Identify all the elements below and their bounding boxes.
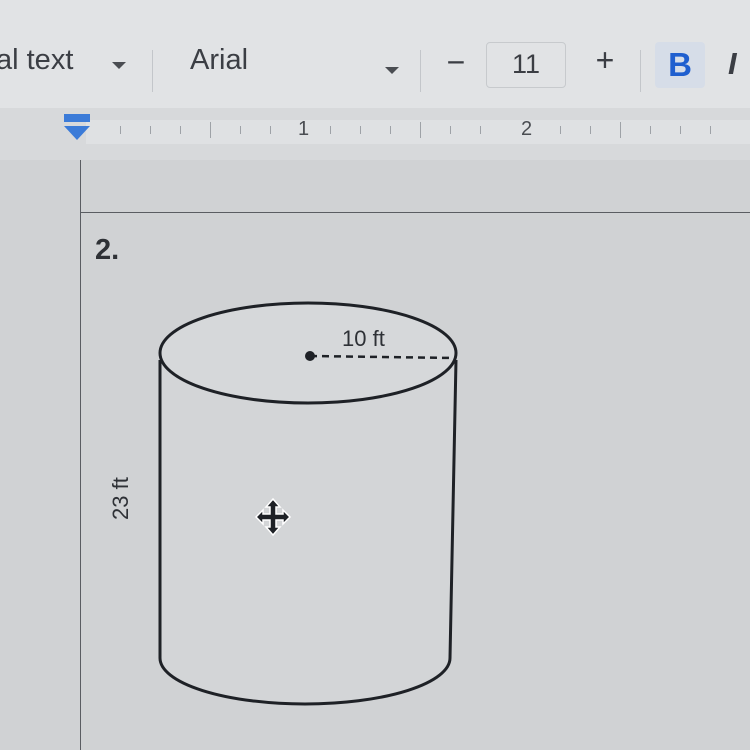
ruler-tick [270, 126, 271, 134]
ruler-tick [590, 126, 591, 134]
ruler-tick [150, 126, 151, 134]
paragraph-style-dropdown[interactable]: al text [0, 44, 73, 77]
ruler-tick [240, 126, 241, 134]
chevron-down-icon[interactable] [385, 67, 399, 74]
cylinder-figure[interactable] [120, 290, 480, 720]
formatting-toolbar: al text Arial − 11 + B I [0, 0, 750, 108]
ruler-tick [180, 126, 181, 134]
move-cursor-icon [254, 497, 292, 537]
ruler-tick [210, 122, 211, 138]
font-family-dropdown[interactable]: Arial [190, 44, 248, 77]
ruler-tick [710, 126, 711, 134]
toolbar-divider [152, 50, 153, 92]
page-margin-line [80, 160, 81, 750]
ruler-label-1: 1 [298, 118, 310, 140]
ruler-tick [330, 126, 331, 134]
radius-label: 10 ft [342, 326, 385, 351]
ruler-tick [480, 126, 481, 134]
ruler-tick [360, 126, 361, 134]
ruler-tick [560, 126, 561, 134]
ruler-tick [120, 126, 121, 134]
ruler-tick [620, 122, 621, 138]
font-size-value: 11 [511, 49, 541, 79]
ruler-tick [420, 122, 421, 138]
indent-marker-icon[interactable] [62, 112, 92, 152]
chevron-down-icon[interactable] [112, 62, 126, 69]
ruler-label-2: 2 [521, 118, 533, 140]
ruler-tick [450, 126, 451, 134]
ruler-tick [650, 126, 651, 134]
page-margin-line [80, 212, 750, 213]
toolbar-divider [640, 50, 641, 92]
height-label: 23 ft [108, 477, 133, 520]
toolbar-divider [420, 50, 421, 92]
ruler-tick [680, 126, 681, 134]
bold-button[interactable]: B [655, 42, 705, 88]
decrease-font-size-button[interactable]: − [436, 44, 476, 84]
bold-button-label: B [668, 46, 692, 83]
italic-button[interactable]: I [728, 46, 737, 82]
increase-font-size-button[interactable]: + [585, 42, 625, 82]
horizontal-ruler[interactable]: 1 2 [0, 108, 750, 160]
question-number: 2. [95, 234, 120, 266]
font-size-input[interactable]: 11 [486, 42, 566, 88]
ruler-tick [390, 126, 391, 134]
